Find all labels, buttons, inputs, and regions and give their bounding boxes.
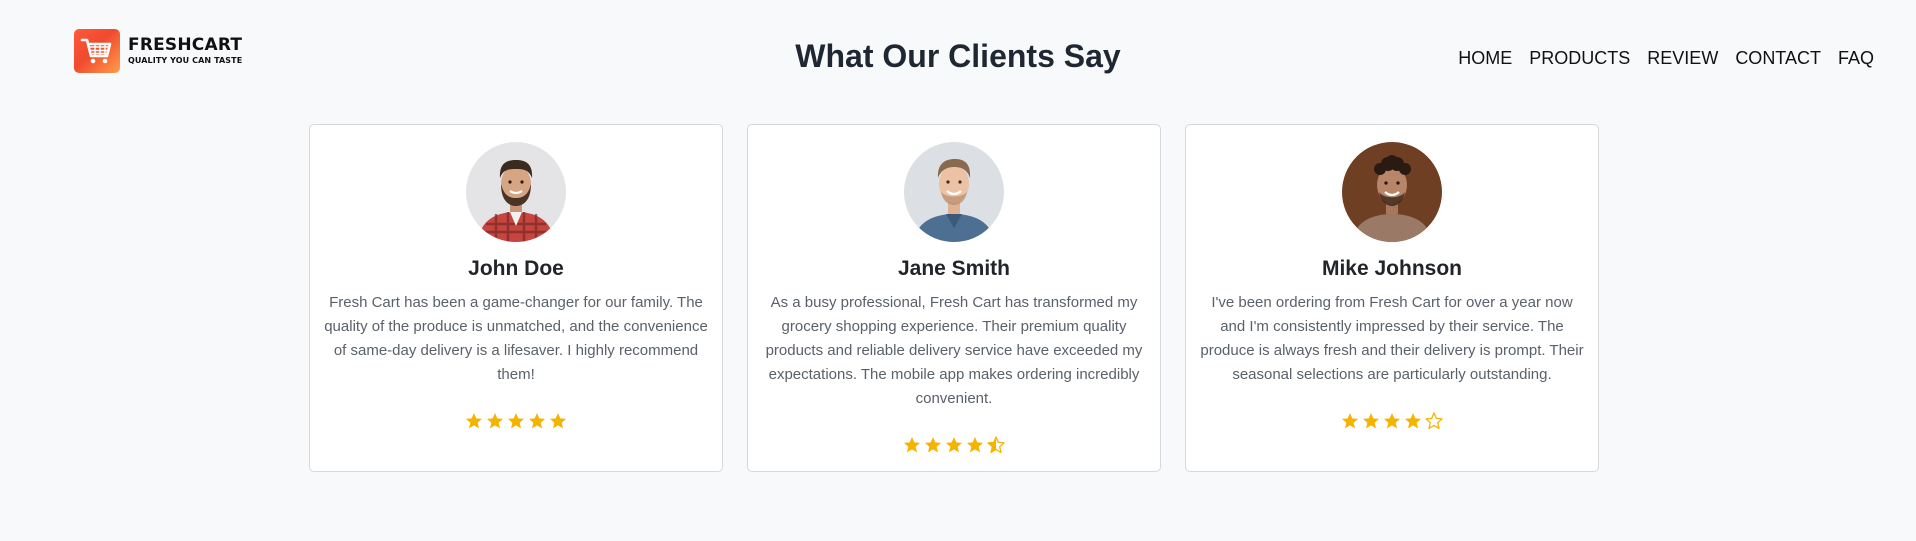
- avatar-man-curly-hair-icon: [1342, 142, 1442, 242]
- testimonial-card: Jane Smith As a busy professional, Fresh…: [747, 124, 1161, 472]
- nav-faq[interactable]: FAQ: [1838, 48, 1874, 69]
- star-full-icon: [549, 412, 567, 430]
- testimonials-list: John Doe Fresh Cart has been a game-chan…: [309, 124, 1599, 472]
- reviewer-name: Jane Smith: [897, 257, 1011, 280]
- star-rating: [1341, 412, 1443, 430]
- star-empty-icon: [1425, 412, 1443, 430]
- nav-review[interactable]: REVIEW: [1647, 48, 1718, 69]
- star-full-icon: [1404, 412, 1422, 430]
- review-text: As a busy professional, Fresh Cart has t…: [765, 294, 1143, 407]
- star-full-icon: [528, 412, 546, 430]
- star-full-icon: [966, 436, 984, 454]
- star-full-icon: [465, 412, 483, 430]
- star-full-icon: [507, 412, 525, 430]
- star-full-icon: [924, 436, 942, 454]
- star-full-icon: [1362, 412, 1380, 430]
- main-nav: HOME PRODUCTS REVIEW CONTACT FAQ: [1458, 48, 1874, 69]
- star-full-icon: [486, 412, 504, 430]
- nav-products[interactable]: PRODUCTS: [1529, 48, 1630, 69]
- testimonial-card: John Doe Fresh Cart has been a game-chan…: [309, 124, 723, 472]
- star-rating: [903, 436, 1005, 454]
- review-text: I've been ordering from Fresh Cart for o…: [1200, 294, 1584, 383]
- reviewer-name: John Doe: [468, 257, 564, 280]
- avatar-man-plaid-shirt-icon: [466, 142, 566, 242]
- reviewer-name: Mike Johnson: [1321, 257, 1463, 280]
- star-full-icon: [903, 436, 921, 454]
- page: FRESHCART QUALITY YOU CAN TASTE What Our…: [0, 0, 1916, 541]
- nav-contact[interactable]: CONTACT: [1735, 48, 1821, 69]
- star-full-icon: [945, 436, 963, 454]
- review-text: Fresh Cart has been a game-changer for o…: [324, 294, 708, 383]
- star-rating: [465, 412, 567, 430]
- star-full-icon: [1341, 412, 1359, 430]
- star-full-icon: [1383, 412, 1401, 430]
- star-half-icon: [987, 436, 1005, 454]
- avatar: [904, 142, 1004, 242]
- testimonial-card: Mike Johnson I've been ordering from Fre…: [1185, 124, 1599, 472]
- nav-home[interactable]: HOME: [1458, 48, 1512, 69]
- avatar: [466, 142, 566, 242]
- avatar: [1342, 142, 1442, 242]
- avatar-man-blue-shirt-icon: [904, 142, 1004, 242]
